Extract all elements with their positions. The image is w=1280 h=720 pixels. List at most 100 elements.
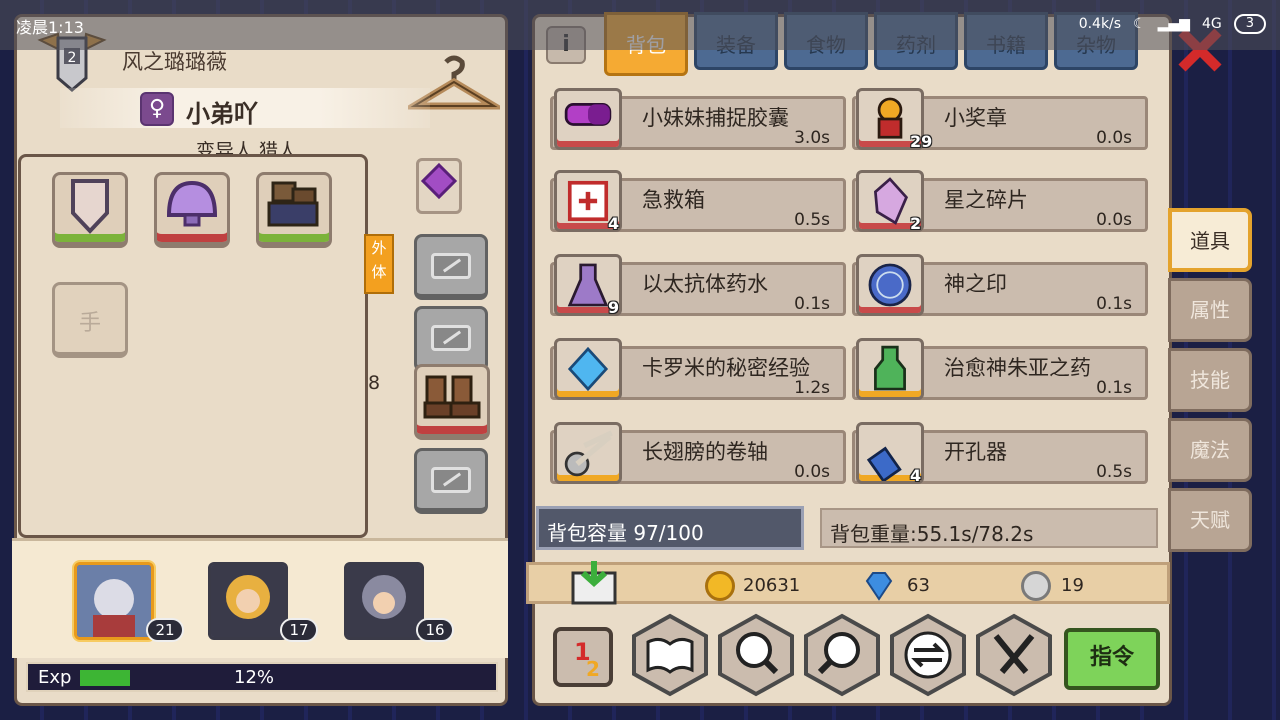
diamond-amount: 63 bbox=[907, 575, 930, 596]
side-tab-0[interactable]: 道具 bbox=[1168, 208, 1252, 272]
status-bar: 凌晨1:13 0.4k/s ☾ ▂▄▆ 4G 3 bbox=[0, 0, 1280, 50]
network-type: 4G bbox=[1201, 16, 1222, 32]
book-button[interactable] bbox=[630, 612, 710, 698]
exp-bar: Exp 12% bbox=[26, 662, 498, 692]
swap-button[interactable] bbox=[888, 612, 968, 698]
silver-amount: 19 bbox=[1061, 575, 1084, 596]
party-member-3[interactable] bbox=[344, 562, 424, 640]
item-weight: 0.0s bbox=[1096, 210, 1132, 230]
search-button[interactable] bbox=[802, 612, 882, 698]
inventory-item[interactable]: 开孔器 0.5s 4 bbox=[852, 422, 1148, 485]
equip-slot-shield[interactable] bbox=[52, 172, 128, 248]
empty-slot-icon bbox=[431, 325, 471, 351]
empty-slot-2[interactable] bbox=[414, 306, 488, 372]
item-icon bbox=[856, 338, 924, 400]
exp-fill bbox=[80, 670, 130, 686]
side-tag[interactable]: 外 体 bbox=[364, 234, 394, 294]
item-name: 小奖章 bbox=[944, 106, 1007, 130]
item-name: 以太抗体药水 bbox=[642, 272, 768, 296]
item-name: 长翅膀的卷轴 bbox=[642, 440, 768, 464]
gender-female-icon: ♀ bbox=[140, 92, 174, 126]
item-weight: 0.0s bbox=[794, 462, 830, 482]
item-icon bbox=[554, 422, 622, 484]
item-name: 治愈神朱亚之药 bbox=[944, 356, 1091, 380]
character-title: 小弟吖 bbox=[186, 100, 258, 128]
hand-slot-label: 手 bbox=[78, 311, 101, 336]
diamond-icon bbox=[865, 572, 893, 601]
inventory-item[interactable]: 以太抗体药水 0.1s 9 bbox=[550, 254, 846, 317]
inventory-item[interactable]: 神之印 0.1s bbox=[852, 254, 1148, 316]
empty-slot-icon bbox=[431, 467, 471, 493]
download-icon[interactable] bbox=[569, 559, 619, 605]
item-quantity: 2 bbox=[910, 214, 922, 233]
item-name: 急救箱 bbox=[642, 188, 705, 212]
item-quantity: 4 bbox=[910, 466, 922, 485]
side-tab-2[interactable]: 技能 bbox=[1168, 348, 1252, 412]
empty-slot-icon bbox=[431, 253, 471, 279]
party-member-1[interactable] bbox=[74, 562, 154, 640]
network-speed: 0.4k/s bbox=[1078, 16, 1122, 32]
inventory-item[interactable]: 星之碎片 0.0s 2 bbox=[852, 170, 1148, 233]
inventory-item[interactable]: 急救箱 0.5s 4 bbox=[550, 170, 846, 233]
command-button[interactable]: 指令 bbox=[1064, 628, 1160, 690]
bag-weight: 背包重量:55.1s/78.2s bbox=[820, 508, 1158, 548]
side-tab-3[interactable]: 魔法 bbox=[1168, 418, 1252, 482]
empty-slot-1[interactable] bbox=[414, 234, 488, 300]
character-portrait bbox=[211, 565, 285, 637]
party-member-2-level: 17 bbox=[280, 618, 318, 642]
side-tab-1[interactable]: 属性 bbox=[1168, 278, 1252, 342]
inventory-item[interactable]: 长翅膀的卷轴 0.0s bbox=[550, 422, 846, 484]
magic-rune-icon bbox=[420, 162, 458, 200]
item-quantity: 29 bbox=[910, 132, 933, 151]
equip-slot-shell[interactable] bbox=[154, 172, 230, 248]
currency-bar: 20631 63 19 bbox=[526, 559, 1170, 605]
shell-icon bbox=[166, 180, 218, 227]
item-quantity: 9 bbox=[608, 298, 620, 317]
moon-icon: ☾ bbox=[1133, 16, 1146, 32]
inventory-item[interactable]: 小奖章 0.0s 29 bbox=[852, 88, 1148, 151]
item-weight: 1.2s bbox=[794, 378, 830, 398]
status-indicators: 0.4k/s ☾ ▂▄▆ 4G 3 bbox=[1079, 14, 1266, 34]
party-member-3-level: 16 bbox=[416, 618, 454, 642]
dismantle-button[interactable] bbox=[974, 612, 1054, 698]
equip-slot-hand[interactable]: 手 bbox=[52, 282, 128, 358]
partial-number: 8 bbox=[368, 372, 381, 394]
character-name: 风之璐璐薇 bbox=[122, 50, 227, 74]
exp-label: Exp bbox=[38, 667, 72, 688]
svg-text:2: 2 bbox=[68, 50, 77, 66]
inventory-item[interactable]: 小妹妹捕捉胶囊 3.0s bbox=[550, 88, 846, 150]
empty-slot-3[interactable] bbox=[414, 448, 488, 514]
item-name: 开孔器 bbox=[944, 440, 1007, 464]
battery-indicator: 3 bbox=[1233, 14, 1266, 34]
shield-icon bbox=[71, 179, 109, 234]
character-portrait bbox=[77, 565, 151, 637]
item-quantity: 4 bbox=[608, 214, 620, 233]
boots-icon bbox=[423, 375, 481, 419]
item-weight: 0.5s bbox=[794, 210, 830, 230]
sort-button[interactable]: 1 2 bbox=[552, 626, 614, 688]
item-weight: 0.1s bbox=[1096, 378, 1132, 398]
gold-coin-icon bbox=[705, 571, 735, 601]
item-icon bbox=[856, 254, 924, 316]
inventory-item[interactable]: 卡罗米的秘密经验 1.2s bbox=[550, 338, 846, 400]
hidden-slot[interactable] bbox=[416, 158, 462, 214]
item-name: 小妹妹捕捉胶囊 bbox=[642, 106, 789, 130]
item-weight: 0.1s bbox=[794, 294, 830, 314]
magnify-button[interactable] bbox=[716, 612, 796, 698]
inventory-item[interactable]: 治愈神朱亚之药 0.1s bbox=[852, 338, 1148, 400]
item-icon bbox=[554, 338, 622, 400]
party-member-2[interactable] bbox=[208, 562, 288, 640]
side-tab-4[interactable]: 天赋 bbox=[1168, 488, 1252, 552]
ore-icon bbox=[267, 181, 319, 227]
character-portrait bbox=[347, 565, 421, 637]
item-icon bbox=[554, 88, 622, 150]
item-name: 卡罗米的秘密经验 bbox=[642, 356, 810, 380]
equip-slot-boots[interactable] bbox=[414, 364, 490, 440]
equip-slot-ore[interactable] bbox=[256, 172, 332, 248]
gold-amount: 20631 bbox=[743, 575, 801, 596]
exp-percent: 12% bbox=[234, 667, 275, 688]
signal-icon: ▂▄▆ bbox=[1157, 16, 1190, 32]
item-weight: 0.1s bbox=[1096, 294, 1132, 314]
svg-text:2: 2 bbox=[586, 657, 600, 681]
item-weight: 3.0s bbox=[794, 128, 830, 148]
